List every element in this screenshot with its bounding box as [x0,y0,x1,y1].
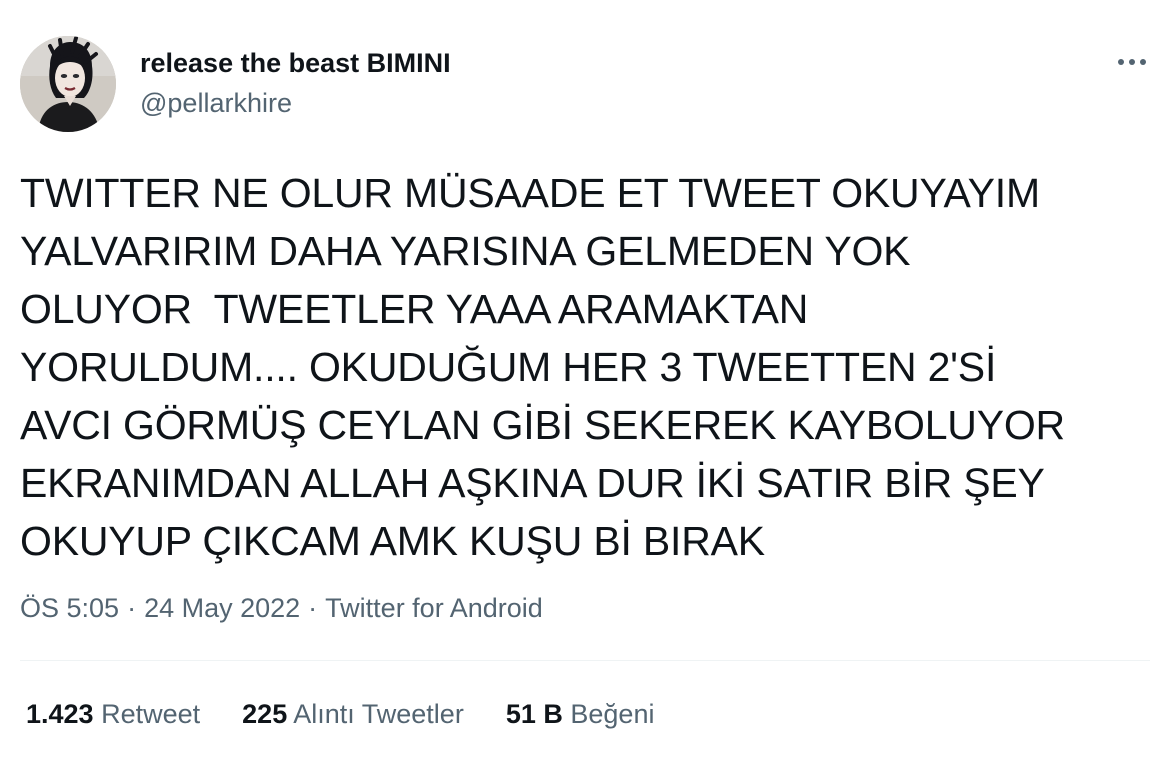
meta-separator: · [127,593,137,623]
tweet-stats: 1.423 Retweet 225 Alıntı Tweetler 51 B B… [26,696,696,732]
divider [20,660,1150,661]
quote-tweets-stat[interactable]: 225 Alıntı Tweetler [242,696,464,732]
likes-stat[interactable]: 51 B Beğeni [506,696,655,732]
tweet-text: TWITTER NE OLUR MÜSAADE ET TWEET OKUYAYI… [20,170,1065,564]
quote-tweets-label: Alıntı Tweetler [293,699,464,729]
tweet-time[interactable]: ÖS 5:05 [20,593,119,623]
tweet-source[interactable]: Twitter for Android [325,593,543,623]
tweet-metadata: ÖS 5:05 · 24 May 2022 · Twitter for Android [20,590,543,626]
author-display-name[interactable]: release the beast BIMINI [140,46,451,80]
retweets-count: 1.423 [26,699,94,729]
avatar[interactable] [20,36,116,132]
meta-separator: · [308,593,318,623]
likes-count: 51 B [505,699,563,729]
more-horizontal-icon [1118,59,1146,65]
likes-label: Beğeni [570,699,655,729]
tweet-card: release the beast BIMINI @pellarkhire TW… [0,0,1176,764]
retweets-stat[interactable]: 1.423 Retweet [26,696,200,732]
author-block: release the beast BIMINI @pellarkhire [140,46,451,120]
quote-tweets-count: 225 [242,699,288,729]
avatar-image [20,36,116,132]
author-handle[interactable]: @pellarkhire [140,86,451,120]
more-options-button[interactable] [1114,50,1150,74]
tweet-date[interactable]: 24 May 2022 [144,593,300,623]
retweets-label: Retweet [101,699,201,729]
